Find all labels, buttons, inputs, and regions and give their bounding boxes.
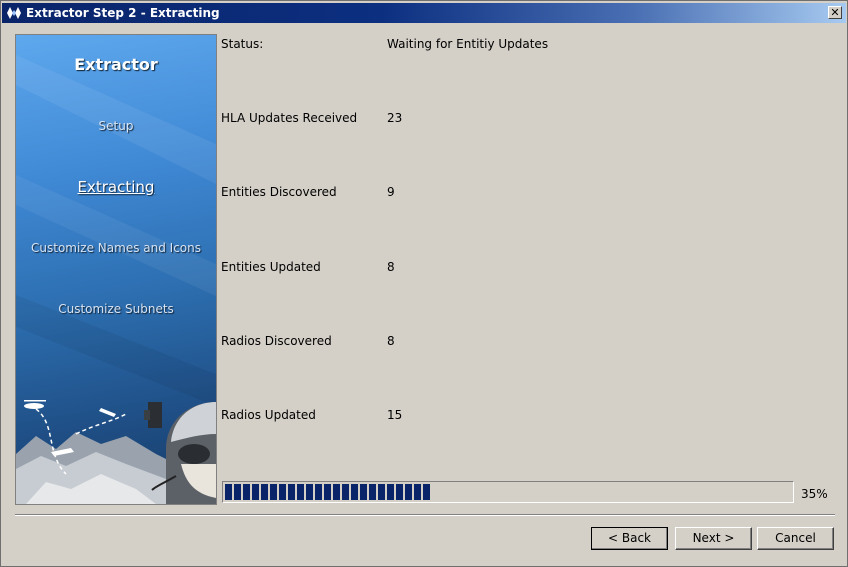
cancel-button[interactable]: Cancel [757,527,834,550]
progress-block [279,484,286,500]
progress-block [351,484,358,500]
step-customize-names-icons: Customize Names and Icons [31,241,201,255]
step-extracting: Extracting [77,178,155,196]
progress-fill [225,484,432,500]
progress-block [261,484,268,500]
extraction-progress-bar [222,481,794,503]
window-title: Extractor Step 2 - Extracting [26,6,220,20]
progress-block [414,484,421,500]
title-bar[interactable]: Extractor Step 2 - Extracting ✕ [2,3,846,23]
progress-block [324,484,331,500]
progress-block [342,484,349,500]
progress-block [333,484,340,500]
close-icon[interactable]: ✕ [828,6,842,19]
radios-discovered-value: 8 [387,334,395,348]
radios-discovered-label: Radios Discovered [221,334,332,348]
step-customize-subnets: Customize Subnets [58,302,174,316]
progress-block [270,484,277,500]
progress-block [225,484,232,500]
progress-block [315,484,322,500]
hla-updates-label: HLA Updates Received [221,111,358,125]
next-button[interactable]: Next > [675,527,752,550]
progress-block [234,484,241,500]
back-button[interactable]: < Back [591,527,668,550]
entities-discovered-label: Entities Discovered [221,185,337,199]
app-icon [7,7,21,19]
radios-updated-value: 15 [387,408,403,422]
progress-block [387,484,394,500]
step-setup: Setup [98,119,134,133]
status-value: Waiting for Entitiy Updates [387,37,549,51]
status-label: Status: [221,37,264,51]
entities-updated-label: Entities Updated [221,260,321,274]
progress-block [378,484,385,500]
progress-block [405,484,412,500]
entities-updated-value: 8 [387,260,395,274]
progress-block [423,484,430,500]
progress-block [306,484,313,500]
panel-title: Extractor [74,55,158,74]
hla-updates-value: 23 [387,111,403,125]
button-separator [15,514,835,516]
progress-block [369,484,376,500]
wizard-side-panel: Extractor Setup Extracting Customize Nam… [15,34,217,505]
progress-block [396,484,403,500]
radios-updated-label: Radios Updated [221,408,316,422]
extractor-window: Extractor Step 2 - Extracting ✕ Extracto… [0,0,848,567]
progress-percent: 35% [801,487,828,501]
progress-block [243,484,250,500]
progress-block [252,484,259,500]
soldier-illustration [16,400,216,504]
progress-block [360,484,367,500]
progress-block [288,484,295,500]
entities-discovered-value: 9 [387,185,395,199]
progress-block [297,484,304,500]
